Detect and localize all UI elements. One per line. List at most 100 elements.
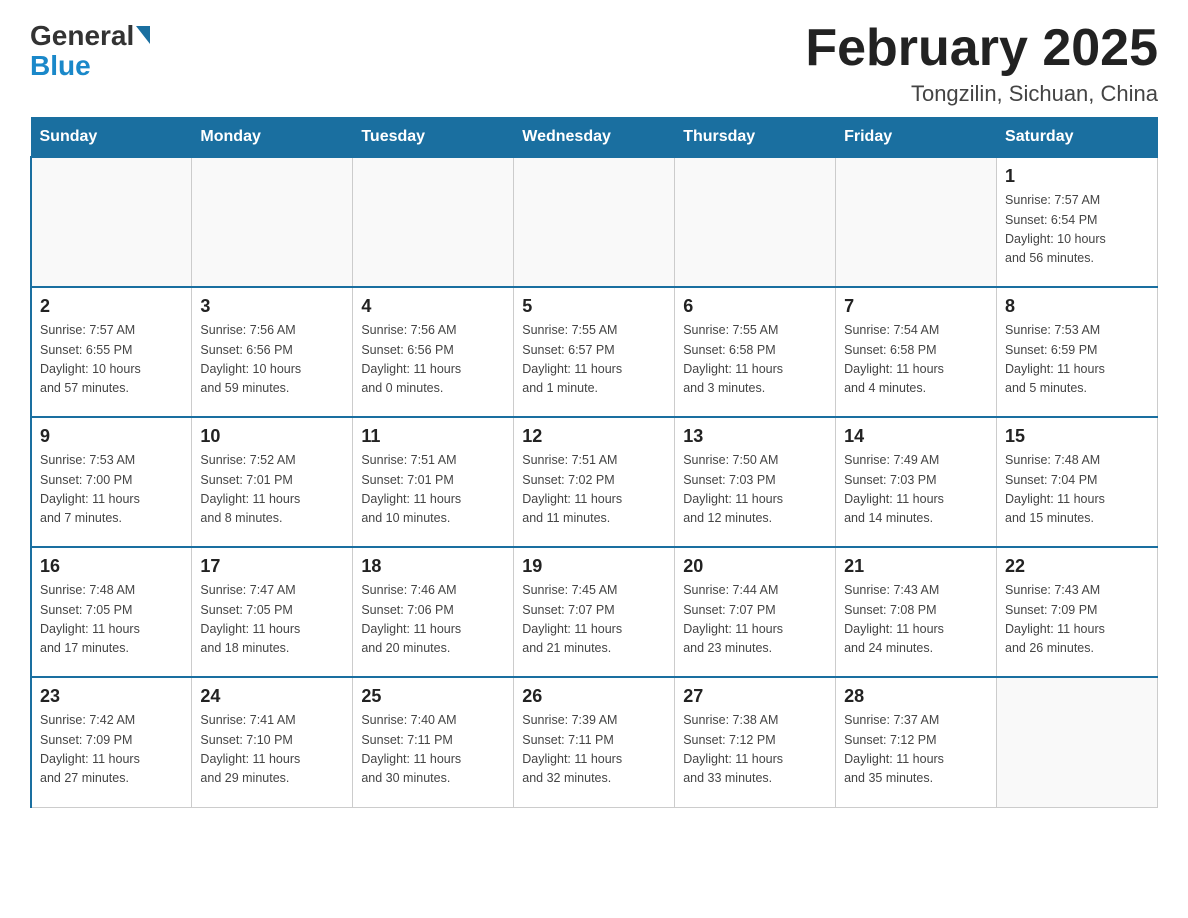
calendar-cell [192, 157, 353, 287]
calendar-cell: 25 Sunrise: 7:40 AMSunset: 7:11 PMDayligh… [353, 677, 514, 807]
day-info: Sunrise: 7:51 AMSunset: 7:02 PMDaylight:… [522, 451, 666, 529]
calendar-cell: 16 Sunrise: 7:48 AMSunset: 7:05 PMDayligh… [31, 547, 192, 677]
calendar-cell: 3 Sunrise: 7:56 AMSunset: 6:56 PMDaylight… [192, 287, 353, 417]
calendar-cell: 4 Sunrise: 7:56 AMSunset: 6:56 PMDaylight… [353, 287, 514, 417]
day-info: Sunrise: 7:43 AMSunset: 7:09 PMDaylight:… [1005, 581, 1149, 659]
calendar-cell: 6 Sunrise: 7:55 AMSunset: 6:58 PMDaylight… [675, 287, 836, 417]
weekday-header-sunday: Sunday [31, 118, 192, 158]
calendar-week-4: 16 Sunrise: 7:48 AMSunset: 7:05 PMDayligh… [31, 547, 1158, 677]
day-number: 16 [40, 556, 183, 577]
day-info: Sunrise: 7:50 AMSunset: 7:03 PMDaylight:… [683, 451, 827, 529]
calendar-week-3: 9 Sunrise: 7:53 AMSunset: 7:00 PMDaylight… [31, 417, 1158, 547]
calendar-cell: 8 Sunrise: 7:53 AMSunset: 6:59 PMDaylight… [997, 287, 1158, 417]
calendar-week-1: 1 Sunrise: 7:57 AMSunset: 6:54 PMDaylight… [31, 157, 1158, 287]
day-number: 13 [683, 426, 827, 447]
calendar-week-5: 23 Sunrise: 7:42 AMSunset: 7:09 PMDayligh… [31, 677, 1158, 807]
day-number: 24 [200, 686, 344, 707]
day-number: 4 [361, 296, 505, 317]
weekday-header-friday: Friday [836, 118, 997, 158]
day-info: Sunrise: 7:45 AMSunset: 7:07 PMDaylight:… [522, 581, 666, 659]
calendar-cell: 18 Sunrise: 7:46 AMSunset: 7:06 PMDayligh… [353, 547, 514, 677]
calendar-cell: 19 Sunrise: 7:45 AMSunset: 7:07 PMDayligh… [514, 547, 675, 677]
calendar-cell [514, 157, 675, 287]
day-info: Sunrise: 7:43 AMSunset: 7:08 PMDaylight:… [844, 581, 988, 659]
day-info: Sunrise: 7:53 AMSunset: 7:00 PMDaylight:… [40, 451, 183, 529]
logo-general-text: General [30, 20, 134, 52]
day-info: Sunrise: 7:40 AMSunset: 7:11 PMDaylight:… [361, 711, 505, 789]
calendar-cell: 11 Sunrise: 7:51 AMSunset: 7:01 PMDayligh… [353, 417, 514, 547]
day-number: 14 [844, 426, 988, 447]
calendar-cell: 20 Sunrise: 7:44 AMSunset: 7:07 PMDayligh… [675, 547, 836, 677]
calendar-cell: 27Sunrise: 7:38 AMSunset: 7:12 PMDayligh… [675, 677, 836, 807]
page-header: General Blue February 2025 Tongzilin, Si… [30, 20, 1158, 107]
day-number: 19 [522, 556, 666, 577]
day-number: 27 [683, 686, 827, 707]
logo-blue-text: Blue [30, 50, 150, 82]
calendar-week-2: 2 Sunrise: 7:57 AMSunset: 6:55 PMDaylight… [31, 287, 1158, 417]
weekday-header-saturday: Saturday [997, 118, 1158, 158]
day-number: 23 [40, 686, 183, 707]
day-info: Sunrise: 7:47 AMSunset: 7:05 PMDaylight:… [200, 581, 344, 659]
day-info: Sunrise: 7:56 AMSunset: 6:56 PMDaylight:… [200, 321, 344, 399]
day-info: Sunrise: 7:55 AMSunset: 6:58 PMDaylight:… [683, 321, 827, 399]
day-number: 21 [844, 556, 988, 577]
day-number: 5 [522, 296, 666, 317]
day-number: 10 [200, 426, 344, 447]
day-number: 20 [683, 556, 827, 577]
day-info: Sunrise: 7:42 AMSunset: 7:09 PMDaylight:… [40, 711, 183, 789]
day-info: Sunrise: 7:55 AMSunset: 6:57 PMDaylight:… [522, 321, 666, 399]
day-number: 8 [1005, 296, 1149, 317]
calendar-cell: 2 Sunrise: 7:57 AMSunset: 6:55 PMDaylight… [31, 287, 192, 417]
day-number: 25 [361, 686, 505, 707]
day-number: 22 [1005, 556, 1149, 577]
day-info: Sunrise: 7:54 AMSunset: 6:58 PMDaylight:… [844, 321, 988, 399]
weekday-header-tuesday: Tuesday [353, 118, 514, 158]
day-info: Sunrise: 7:46 AMSunset: 7:06 PMDaylight:… [361, 581, 505, 659]
calendar-cell [353, 157, 514, 287]
calendar-cell: 9 Sunrise: 7:53 AMSunset: 7:00 PMDaylight… [31, 417, 192, 547]
day-number: 7 [844, 296, 988, 317]
calendar-cell: 7 Sunrise: 7:54 AMSunset: 6:58 PMDaylight… [836, 287, 997, 417]
calendar-cell [836, 157, 997, 287]
calendar-cell [31, 157, 192, 287]
day-info: Sunrise: 7:56 AMSunset: 6:56 PMDaylight:… [361, 321, 505, 399]
calendar-table: SundayMondayTuesdayWednesdayThursdayFrid… [30, 117, 1158, 808]
logo: General Blue [30, 20, 150, 82]
day-info: Sunrise: 7:51 AMSunset: 7:01 PMDaylight:… [361, 451, 505, 529]
day-number: 3 [200, 296, 344, 317]
calendar-cell: 5 Sunrise: 7:55 AMSunset: 6:57 PMDaylight… [514, 287, 675, 417]
day-info: Sunrise: 7:53 AMSunset: 6:59 PMDaylight:… [1005, 321, 1149, 399]
day-info: Sunrise: 7:44 AMSunset: 7:07 PMDaylight:… [683, 581, 827, 659]
day-info: Sunrise: 7:57 AMSunset: 6:54 PMDaylight:… [1005, 191, 1149, 269]
day-number: 2 [40, 296, 183, 317]
calendar-cell: 12 Sunrise: 7:51 AMSunset: 7:02 PMDayligh… [514, 417, 675, 547]
day-number: 15 [1005, 426, 1149, 447]
day-number: 12 [522, 426, 666, 447]
day-info: Sunrise: 7:57 AMSunset: 6:55 PMDaylight:… [40, 321, 183, 399]
calendar-cell [675, 157, 836, 287]
day-number: 28 [844, 686, 988, 707]
day-number: 17 [200, 556, 344, 577]
calendar-cell: 21 Sunrise: 7:43 AMSunset: 7:08 PMDayligh… [836, 547, 997, 677]
day-number: 6 [683, 296, 827, 317]
calendar-cell: 13 Sunrise: 7:50 AMSunset: 7:03 PMDayligh… [675, 417, 836, 547]
calendar-cell: 15Sunrise: 7:48 AMSunset: 7:04 PMDayligh… [997, 417, 1158, 547]
calendar-cell: 28 Sunrise: 7:37 AMSunset: 7:12 PMDayligh… [836, 677, 997, 807]
calendar-cell: 1 Sunrise: 7:57 AMSunset: 6:54 PMDaylight… [997, 157, 1158, 287]
day-info: Sunrise: 7:52 AMSunset: 7:01 PMDaylight:… [200, 451, 344, 529]
day-number: 11 [361, 426, 505, 447]
day-info: Sunrise: 7:37 AMSunset: 7:12 PMDaylight:… [844, 711, 988, 789]
day-info: Sunrise: 7:49 AMSunset: 7:03 PMDaylight:… [844, 451, 988, 529]
weekday-header-wednesday: Wednesday [514, 118, 675, 158]
day-number: 26 [522, 686, 666, 707]
day-number: 9 [40, 426, 183, 447]
calendar-cell: 24 Sunrise: 7:41 AMSunset: 7:10 PMDayligh… [192, 677, 353, 807]
day-info: Sunrise: 7:48 AMSunset: 7:05 PMDaylight:… [40, 581, 183, 659]
day-number: 1 [1005, 166, 1149, 187]
calendar-cell: 14 Sunrise: 7:49 AMSunset: 7:03 PMDayligh… [836, 417, 997, 547]
day-number: 18 [361, 556, 505, 577]
calendar-title: February 2025 [805, 20, 1158, 77]
day-info: Sunrise: 7:41 AMSunset: 7:10 PMDaylight:… [200, 711, 344, 789]
weekday-header-thursday: Thursday [675, 118, 836, 158]
calendar-subtitle: Tongzilin, Sichuan, China [805, 81, 1158, 107]
